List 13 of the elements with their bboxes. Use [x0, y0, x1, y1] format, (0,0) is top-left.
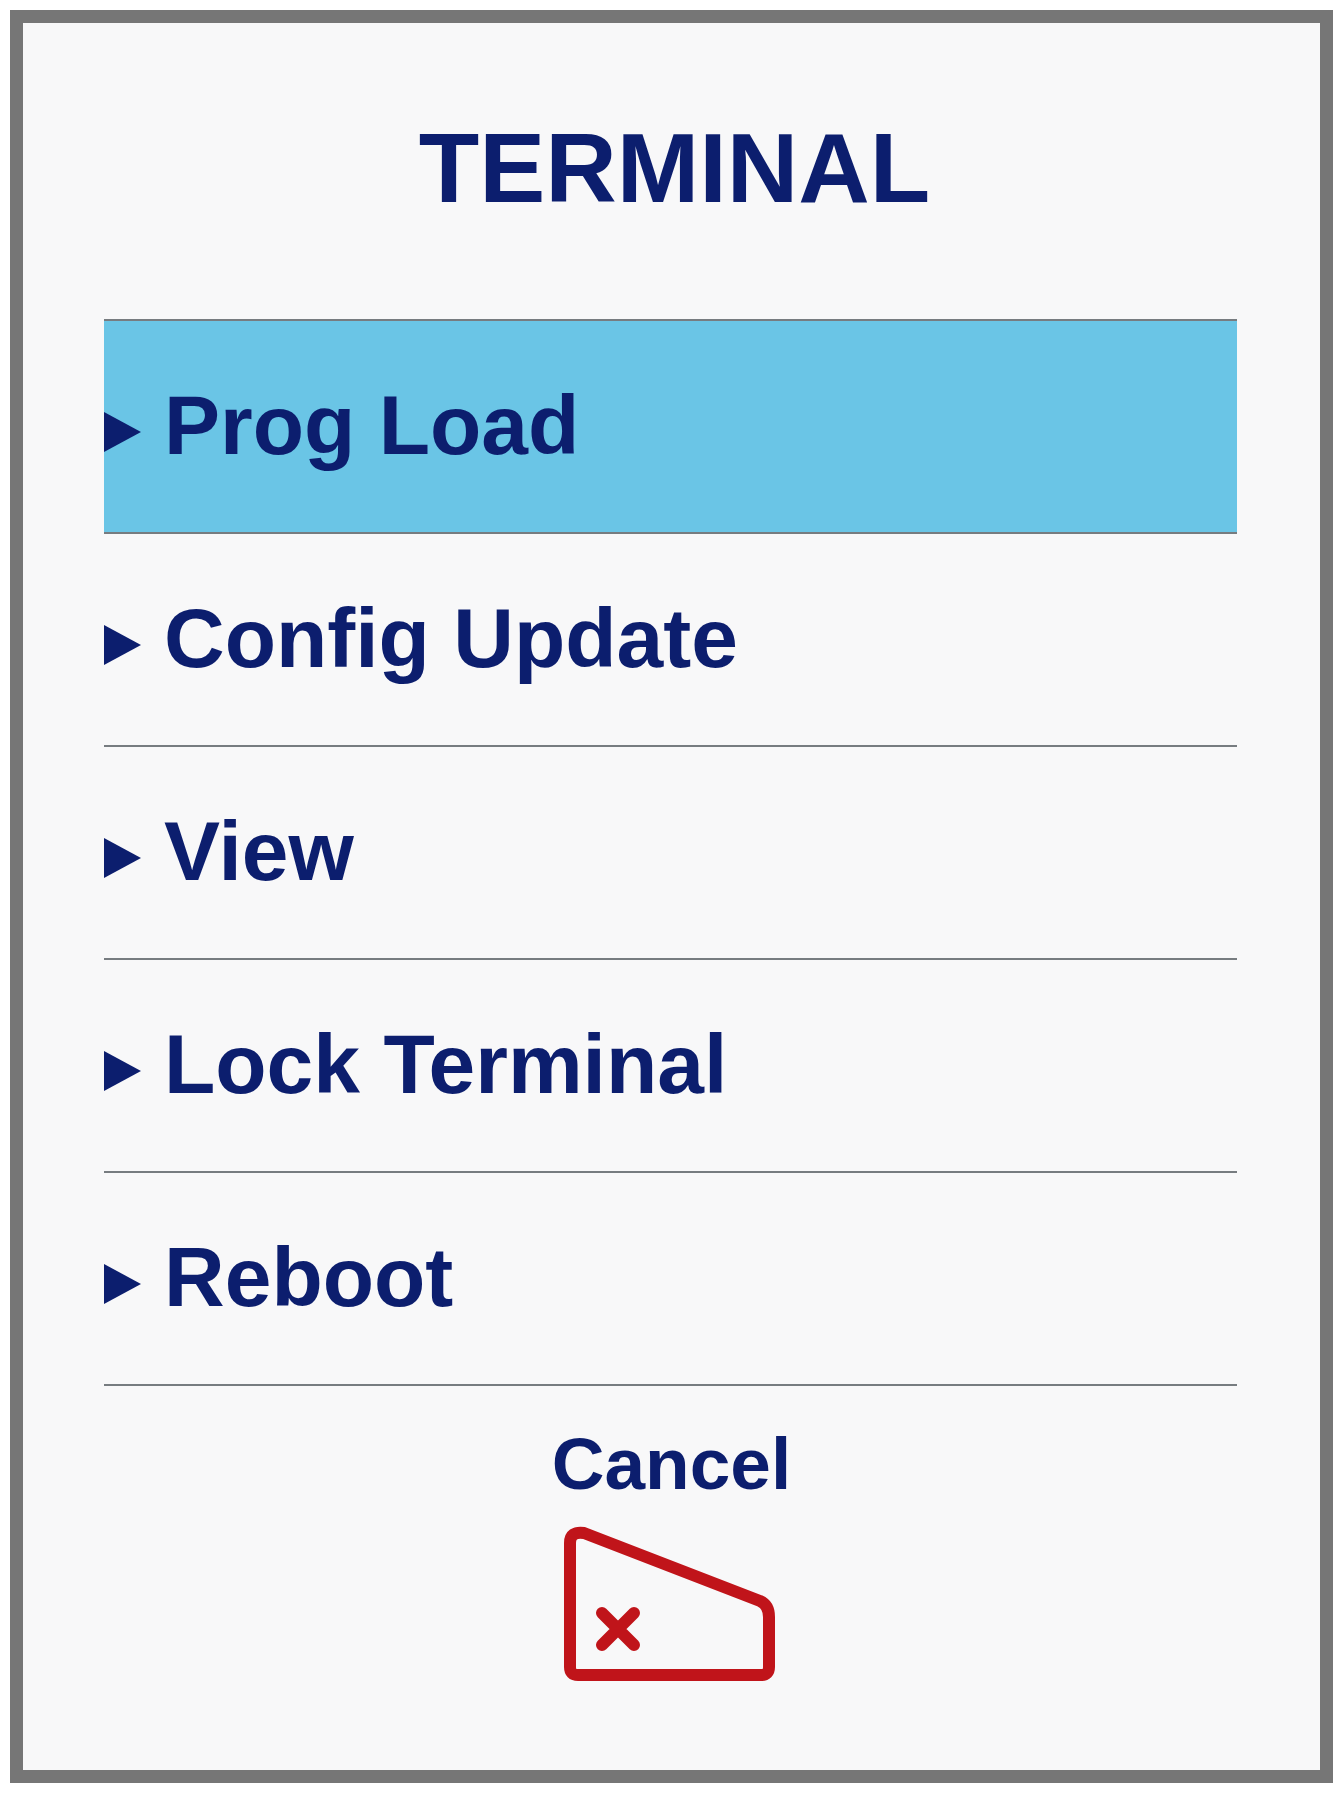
menu-item[interactable]: Reboot	[104, 1173, 1237, 1386]
triangle-icon	[104, 1263, 141, 1304]
menu-item[interactable]: View	[104, 747, 1237, 960]
menu-item[interactable]: Config Update	[104, 534, 1237, 747]
menu-item[interactable]: Lock Terminal	[104, 960, 1237, 1173]
triangle-icon	[104, 1050, 141, 1091]
triangle-icon	[104, 837, 141, 878]
cancel-button[interactable]: Cancel	[551, 1427, 792, 1681]
dialog-title: TERMINAL	[417, 118, 931, 217]
triangle-icon	[104, 624, 141, 665]
slanted-box-x-icon	[564, 1525, 775, 1681]
menu-item[interactable]: Prog Load	[104, 321, 1237, 534]
triangle-icon	[104, 411, 141, 452]
